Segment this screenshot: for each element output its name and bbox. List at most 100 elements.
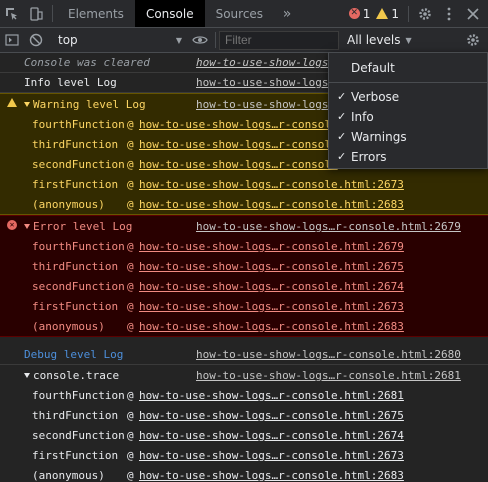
function-name: secondFunction	[32, 157, 125, 171]
message-text: console.trace	[33, 368, 120, 382]
tab-console[interactable]: Console	[134, 0, 205, 27]
menu-item-warnings[interactable]: ✓ Warnings	[329, 127, 487, 147]
checkmark-icon: ✓	[337, 130, 347, 143]
function-name: thirdFunction	[32, 137, 119, 151]
frame-link[interactable]: how-to-use-show-logs…r-console.html:2679	[139, 240, 404, 253]
close-icon[interactable]	[462, 3, 484, 25]
frame-link[interactable]: how-to-use-show-logs…r-console.html:2683	[139, 320, 404, 333]
function-name: (anonymous)	[32, 197, 105, 211]
device-toolbar-icon[interactable]	[24, 0, 48, 27]
function-name: secondFunction	[32, 428, 125, 442]
tab-bar-right: ✕ 1 1	[348, 0, 488, 27]
function-name: firstFunction	[32, 177, 119, 191]
frame-link[interactable]: how-to-use-show-logs…r-console.html:2674	[139, 429, 404, 442]
source-link[interactable]: how-to-use-show-logs…r-console.html:2679	[196, 220, 461, 233]
stack-frame: thirdFunction @ how-to-use-show-logs…r-con…	[0, 256, 488, 276]
error-count-badge[interactable]: ✕ 1	[348, 7, 370, 21]
frame-link[interactable]: how-to-use-show-logs…r-console	[139, 138, 338, 151]
warning-count-badge[interactable]: 1	[376, 7, 399, 21]
function-name: thirdFunction	[32, 408, 119, 422]
expand-triangle-icon[interactable]	[24, 223, 30, 229]
menu-item-label: Verbose	[351, 90, 400, 104]
tab-elements[interactable]: Elements	[57, 0, 135, 27]
at-sign: @	[127, 117, 134, 131]
function-name: thirdFunction	[32, 259, 119, 273]
menu-item-errors[interactable]: ✓ Errors	[329, 147, 487, 167]
source-link[interactable]: how-to-use-show-logs	[196, 56, 328, 69]
menu-item-default[interactable]: Default	[329, 58, 487, 78]
error-log-message[interactable]: ✕ Error level Log how-to-use-show-logs…r…	[0, 216, 488, 236]
stack-frame: firstFunction @ how-to-use-show-logs…r-con…	[0, 296, 488, 316]
context-value: top	[58, 33, 78, 47]
message-text: Debug level Log	[24, 348, 124, 361]
frame-link[interactable]: how-to-use-show-logs…r-console.html:2675	[139, 409, 404, 422]
trace-log-message[interactable]: console.trace how-to-use-show-logs…r-con…	[0, 365, 488, 385]
expand-triangle-icon[interactable]	[24, 372, 30, 378]
kebab-menu-icon[interactable]	[438, 3, 460, 25]
frame-link[interactable]: how-to-use-show-logs…r-console.html:2673	[139, 300, 404, 313]
at-sign: @	[127, 239, 134, 253]
error-icon: ✕	[7, 220, 17, 230]
frame-link[interactable]: how-to-use-show-logs…r-console.html:2683	[139, 198, 404, 211]
at-sign: @	[127, 468, 134, 482]
clear-console-icon[interactable]	[24, 33, 48, 47]
function-name: fourthFunction	[32, 239, 125, 253]
source-link[interactable]: how-to-use-show-logs…r-console.html:2680	[196, 348, 461, 361]
source-link[interactable]: how-to-use-show-logs	[196, 98, 328, 111]
frame-link[interactable]: how-to-use-show-logs…r-console.html:2673	[139, 178, 404, 191]
tab-sources[interactable]: Sources	[205, 0, 274, 27]
error-log-group: ✕ Error level Log how-to-use-show-logs…r…	[0, 215, 488, 337]
function-name: firstFunction	[32, 448, 119, 462]
checkmark-icon: ✓	[337, 110, 347, 123]
frame-link[interactable]: how-to-use-show-logs…r-console.html:2683	[139, 469, 404, 482]
at-sign: @	[127, 259, 134, 273]
console-settings-gear-icon[interactable]	[462, 29, 484, 51]
frame-link[interactable]: how-to-use-show-logs…r-console.html:2674	[139, 280, 404, 293]
source-link[interactable]: how-to-use-show-logs	[196, 76, 328, 89]
settings-gear-icon[interactable]	[414, 3, 436, 25]
live-expression-eye-icon[interactable]	[188, 34, 212, 46]
more-tabs-button[interactable]: »	[274, 0, 300, 27]
frame-link[interactable]: how-to-use-show-logs…r-console.html:2681	[139, 389, 404, 402]
stack-frame: (anonymous) @ how-to-use-show-logs…r-conso…	[0, 465, 488, 482]
menu-item-label: Errors	[351, 150, 387, 164]
at-sign: @	[127, 388, 134, 402]
filter-input[interactable]	[219, 30, 339, 50]
message-text: Warning level Log	[33, 97, 146, 111]
stack-frame: secondFunction @ how-to-use-show-logs…r-co…	[0, 425, 488, 445]
message-text: Console was cleared	[24, 56, 150, 69]
stack-frame: firstFunction @ how-to-use-show-logs…r-con…	[0, 174, 488, 194]
frame-link[interactable]: how-to-use-show-logs…r-console	[139, 158, 338, 171]
function-name: secondFunction	[32, 279, 125, 293]
menu-item-verbose[interactable]: ✓ Verbose	[329, 87, 487, 107]
show-sidebar-icon[interactable]	[0, 34, 24, 46]
inspect-element-icon[interactable]	[0, 0, 24, 27]
debug-log-message: Debug level Log how-to-use-show-logs…r-c…	[0, 345, 488, 365]
javascript-context-select[interactable]: top ▼	[48, 33, 188, 47]
stack-frame: (anonymous) @ how-to-use-show-logs…r-conso…	[0, 316, 488, 336]
at-sign: @	[127, 197, 134, 211]
frame-link[interactable]: how-to-use-show-logs…r-console	[139, 118, 338, 131]
menu-divider	[329, 82, 487, 83]
warning-icon	[7, 98, 17, 107]
warning-count: 1	[391, 6, 399, 21]
at-sign: @	[127, 279, 134, 293]
at-sign: @	[127, 428, 134, 442]
stack-frame: fourthFunction @ how-to-use-show-logs…r-co…	[0, 385, 488, 405]
at-sign: @	[127, 137, 134, 151]
at-sign: @	[127, 157, 134, 171]
warning-icon	[376, 8, 389, 19]
menu-item-info[interactable]: ✓ Info	[329, 107, 487, 127]
log-levels-select[interactable]: All levels ▼	[347, 33, 412, 47]
function-name: (anonymous)	[32, 319, 105, 333]
checkmark-icon: ✓	[337, 90, 347, 103]
message-text: Info level Log	[24, 76, 117, 89]
expand-triangle-icon[interactable]	[24, 101, 30, 107]
error-icon: ✕	[348, 8, 360, 19]
frame-link[interactable]: how-to-use-show-logs…r-console.html:2675	[139, 260, 404, 273]
frame-link[interactable]: how-to-use-show-logs…r-console.html:2673	[139, 449, 404, 462]
message-text: Error level Log	[33, 219, 133, 233]
at-sign: @	[127, 408, 134, 422]
source-link[interactable]: how-to-use-show-logs…r-console.html:2681	[196, 369, 461, 382]
